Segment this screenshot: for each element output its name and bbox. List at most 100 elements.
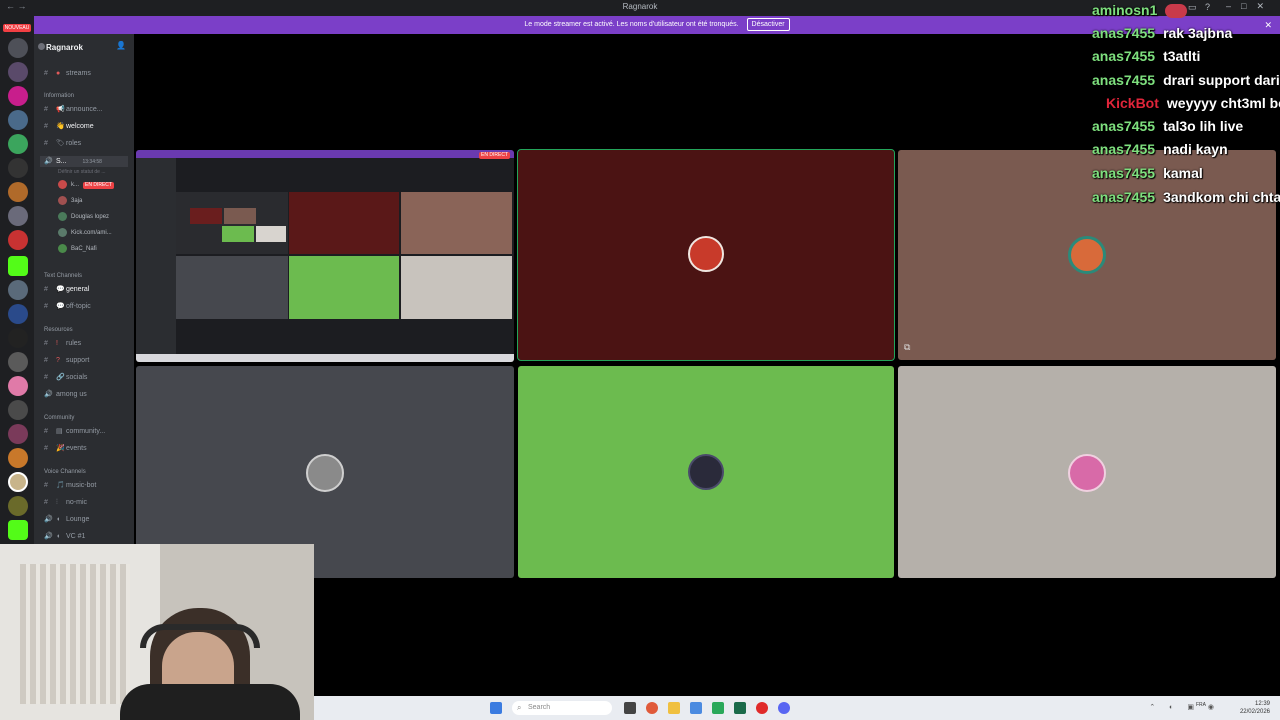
chrome-icon[interactable] bbox=[646, 702, 658, 714]
channel-no-mic[interactable]: # ⫶ no-mic bbox=[44, 497, 87, 508]
voice-user[interactable]: Douglas lopez bbox=[58, 212, 109, 223]
channel-roles[interactable]: # 🏷roles bbox=[44, 138, 81, 149]
kick-server-icon[interactable] bbox=[8, 520, 28, 540]
hash-icon: # bbox=[44, 445, 48, 452]
hash-icon: # bbox=[44, 482, 48, 489]
channel-support[interactable]: #? support bbox=[44, 355, 89, 366]
chat-message: anas7455 nadi kayn bbox=[1092, 141, 1228, 157]
server-name[interactable]: Ragnarok bbox=[46, 43, 83, 52]
server-icon[interactable] bbox=[8, 38, 28, 58]
server-icon[interactable] bbox=[8, 352, 28, 372]
add-member-icon[interactable]: 👤 bbox=[116, 41, 126, 50]
start-icon[interactable] bbox=[490, 702, 502, 714]
disable-streamer-mode-button[interactable]: Désactiver bbox=[746, 18, 790, 31]
server-icon[interactable] bbox=[8, 206, 28, 226]
task-view-icon[interactable] bbox=[624, 702, 636, 714]
whatsapp-icon[interactable] bbox=[712, 702, 724, 714]
hash-icon: # bbox=[44, 123, 48, 130]
server-icon[interactable] bbox=[8, 424, 28, 444]
channel-community[interactable]: # ▤ community... bbox=[44, 426, 105, 437]
exclamation-icon: ! bbox=[56, 340, 58, 347]
channel-vc-1[interactable]: 🔊 ◖ VC #1 bbox=[44, 531, 85, 542]
window-blinds bbox=[20, 564, 130, 704]
participant-tile[interactable]: ⧉ bbox=[898, 150, 1276, 360]
opera-icon[interactable] bbox=[756, 702, 768, 714]
channel-welcome[interactable]: # 👋welcome bbox=[44, 121, 94, 132]
lounge-icon: ◖ bbox=[56, 516, 61, 523]
chat-username: anas7455 bbox=[1092, 165, 1156, 181]
channel-music-bot[interactable]: # 🎵music-bot bbox=[44, 480, 96, 491]
kick-server-icon[interactable] bbox=[8, 256, 28, 276]
clock-time: 12:39 bbox=[1254, 701, 1270, 707]
chat-text: t3atlti bbox=[1163, 48, 1201, 64]
server-icon[interactable] bbox=[8, 182, 28, 202]
channel-rules[interactable]: #! rules bbox=[44, 338, 81, 349]
chat-username: anas7455 bbox=[1092, 25, 1156, 41]
chat-username: anas7455 bbox=[1092, 141, 1156, 157]
channel-streams[interactable]: # ● streams bbox=[44, 68, 91, 79]
server-icon[interactable] bbox=[8, 110, 28, 130]
voice-user[interactable]: 3aja bbox=[58, 196, 82, 207]
stream-preview-tile[interactable]: EN DIRECT bbox=[136, 150, 514, 362]
nested-tile bbox=[190, 208, 222, 224]
category-text-channels[interactable]: Text Channels bbox=[44, 273, 82, 279]
folder-icon[interactable] bbox=[668, 702, 680, 714]
taskbar-clock[interactable]: 12:39 22/02/2026 bbox=[1240, 700, 1270, 716]
stage-channel[interactable]: 🔊 S... 13:34:58 bbox=[40, 156, 128, 167]
hash-icon: # bbox=[44, 499, 48, 506]
language-indicator[interactable]: FRA bbox=[1196, 702, 1206, 708]
system-tray[interactable]: ⌃ ◐ ▣ ◉ bbox=[1149, 703, 1220, 711]
channel-events[interactable]: # 🎉events bbox=[44, 443, 87, 454]
chat-message: anas7455 kamal bbox=[1092, 165, 1203, 181]
category-resources[interactable]: Resources bbox=[44, 327, 73, 333]
participant-tile[interactable] bbox=[517, 149, 895, 361]
server-icon[interactable] bbox=[8, 280, 28, 300]
server-icon[interactable] bbox=[8, 376, 28, 396]
voice-user[interactable]: k... EN DIRECT bbox=[58, 180, 114, 191]
nested-tile bbox=[224, 208, 256, 224]
voice-user[interactable]: BaC_Nafi bbox=[58, 244, 97, 255]
channel-off-topic[interactable]: # 💬off-topic bbox=[44, 301, 91, 312]
category-information[interactable]: Information bbox=[44, 93, 74, 99]
windows-taskbar: ⌕ Search ⌃ ◐ ▣ ◉ 12:39 22/02/2026 FRA bbox=[314, 696, 1280, 720]
server-icon[interactable] bbox=[8, 158, 28, 178]
inbox-icon[interactable]: ▭ bbox=[1188, 2, 1197, 13]
taskbar-search[interactable]: ⌕ Search bbox=[512, 701, 612, 715]
participant-tile[interactable] bbox=[518, 366, 894, 578]
help-icon[interactable]: ? bbox=[1205, 2, 1210, 12]
window-title: Ragnarok bbox=[622, 2, 658, 11]
chat-text: rak 3ajbna bbox=[1163, 25, 1233, 41]
chat-message: anas7455 3andkom chi chta bbox=[1092, 189, 1280, 205]
chat-text: tal3o lih live bbox=[1163, 118, 1244, 134]
server-icon[interactable] bbox=[8, 230, 28, 250]
category-voice-channels[interactable]: Voice Channels bbox=[44, 469, 86, 475]
edge-icon[interactable] bbox=[690, 702, 702, 714]
server-icon[interactable] bbox=[8, 328, 28, 348]
app-icon[interactable] bbox=[734, 702, 746, 714]
close-icon[interactable]: ✕ bbox=[1264, 16, 1272, 34]
channel-socials[interactable]: # 🔗socials bbox=[44, 372, 87, 383]
server-icon[interactable] bbox=[8, 400, 28, 420]
category-community[interactable]: Community bbox=[44, 415, 74, 421]
discord-icon[interactable] bbox=[778, 702, 790, 714]
server-icon[interactable] bbox=[8, 86, 28, 106]
server-icon[interactable] bbox=[8, 304, 28, 324]
server-icon[interactable] bbox=[8, 496, 28, 516]
banner-text: Le mode streamer est activé. Les noms d'… bbox=[524, 21, 739, 28]
window-controls[interactable]: –□✕ bbox=[1226, 1, 1274, 12]
channel-among-us[interactable]: 🔊 among us bbox=[44, 389, 87, 400]
server-icon[interactable] bbox=[8, 62, 28, 82]
hash-icon: # bbox=[44, 70, 48, 77]
chat-text: 3andkom chi chta bbox=[1163, 189, 1280, 205]
chat-text: nadi kayn bbox=[1163, 141, 1228, 157]
server-icon[interactable] bbox=[8, 134, 28, 154]
channel-lounge[interactable]: 🔊 ◖ Lounge bbox=[44, 514, 89, 525]
participant-tile[interactable] bbox=[898, 366, 1276, 578]
chat-message: anas7455 tal3o lih live bbox=[1092, 118, 1243, 134]
ragnarok-server-icon[interactable] bbox=[8, 472, 28, 492]
channel-general[interactable]: # 💬general bbox=[44, 284, 89, 295]
channel-announcements[interactable]: # 📢announce... bbox=[44, 104, 103, 115]
avatar bbox=[58, 244, 67, 253]
server-icon[interactable] bbox=[8, 448, 28, 468]
voice-user[interactable]: Kick.com/ami... bbox=[58, 228, 112, 239]
